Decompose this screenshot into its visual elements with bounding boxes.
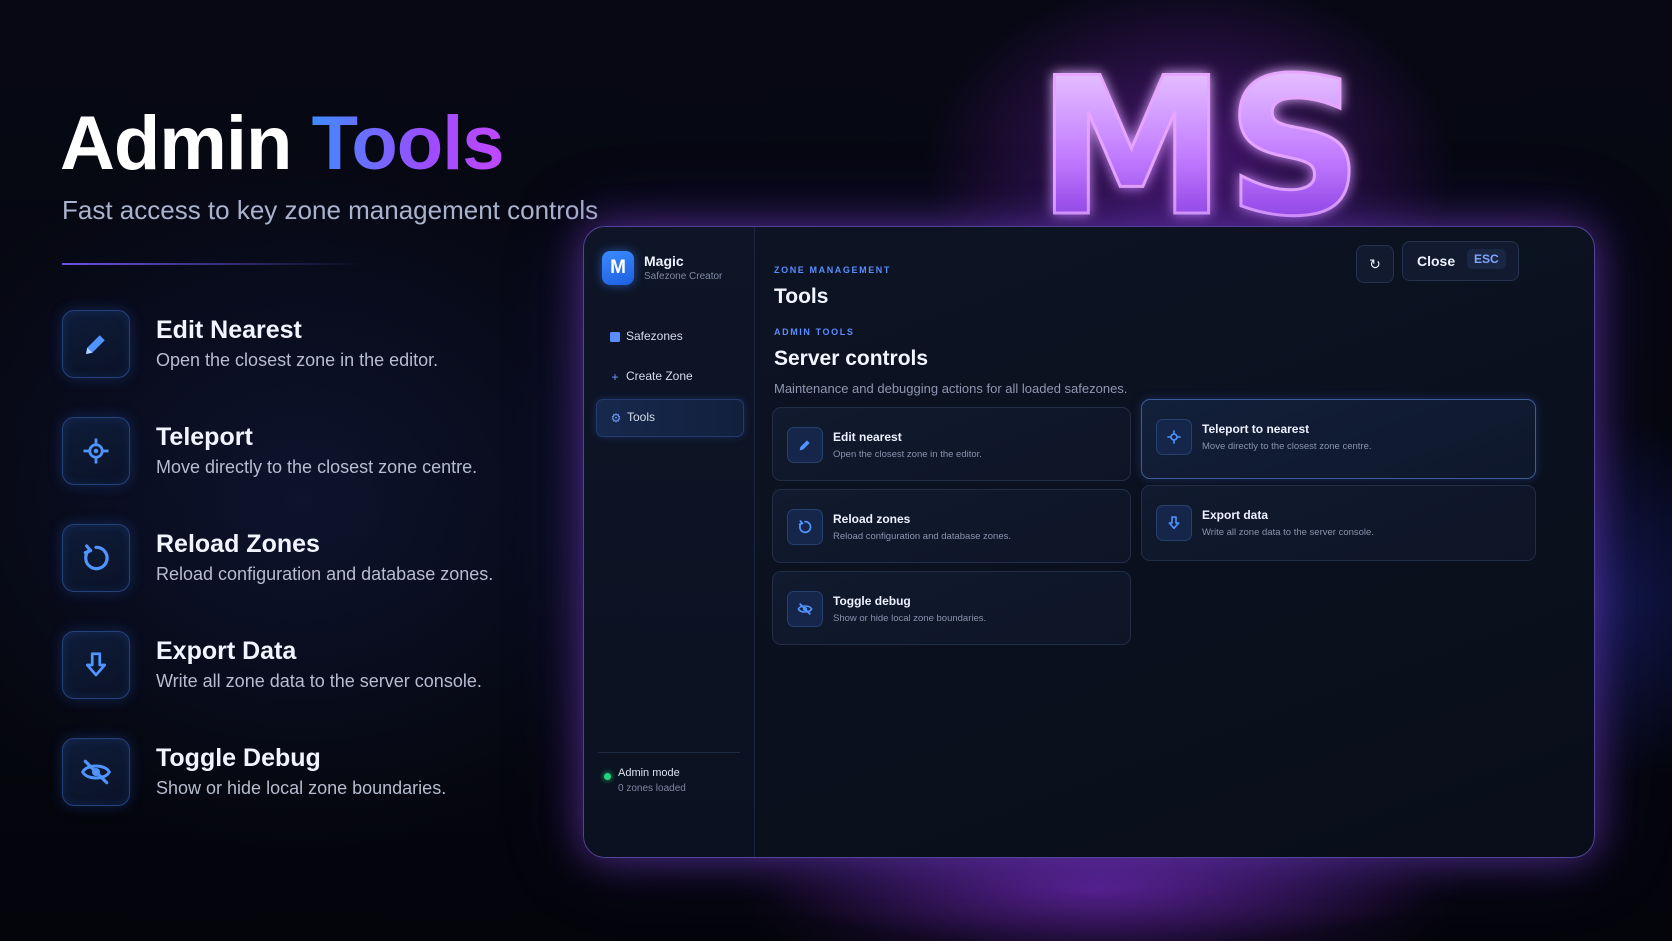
feature-title: Teleport	[156, 423, 253, 451]
sidebar-item-tools[interactable]: ⚙ Tools	[596, 399, 744, 437]
crosshair-icon	[1156, 419, 1192, 455]
download-arrow-icon	[1156, 505, 1192, 541]
eye-off-icon	[787, 591, 823, 627]
action-description: Reload configuration and database zones.	[833, 531, 1011, 542]
feature-toggle-debug: Toggle Debug Show or hide local zone bou…	[62, 738, 582, 808]
sidebar-item-label: Tools	[627, 410, 656, 424]
section-description: Maintenance and debugging actions for al…	[774, 381, 1128, 396]
download-arrow-icon	[62, 631, 130, 699]
status-indicator	[604, 773, 611, 780]
action-description: Open the closest zone in the editor.	[833, 449, 982, 460]
action-description: Move directly to the closest zone centre…	[1202, 441, 1372, 452]
grid-icon	[608, 330, 622, 344]
feature-description: Show or hide local zone boundaries.	[156, 778, 447, 798]
action-card-reload-zones[interactable]: Reload zones Reload configuration and da…	[772, 489, 1131, 563]
sidebar-item-label: Safezones	[626, 329, 683, 343]
action-title: Edit nearest	[833, 430, 902, 444]
status-detail: 0 zones loaded	[618, 783, 686, 794]
refresh-icon: ↻	[1369, 255, 1381, 272]
hero-subtitle: Fast access to key zone management contr…	[62, 195, 599, 225]
brand-subtitle: Safezone Creator	[644, 271, 723, 282]
action-card-export-data[interactable]: Export data Write all zone data to the s…	[1141, 485, 1536, 561]
feature-reload-zones: Reload Zones Reload configuration and da…	[62, 524, 582, 594]
action-card-teleport-to-nearest[interactable]: Teleport to nearest Move directly to the…	[1141, 399, 1536, 479]
feature-description: Write all zone data to the server consol…	[156, 671, 482, 691]
gear-icon: ⚙	[610, 411, 622, 425]
pencil-icon	[62, 310, 130, 378]
close-label: Close	[1417, 253, 1456, 269]
feature-description: Reload configuration and database zones.	[156, 564, 494, 584]
sidebar-item-safezones[interactable]: Safezones	[596, 319, 742, 355]
keyboard-shortcut-badge: ESC	[1467, 249, 1506, 269]
section-title: Server controls	[774, 347, 929, 370]
feature-title: Edit Nearest	[156, 316, 302, 344]
feature-export-data: Export Data Write all zone data to the s…	[62, 631, 582, 701]
feature-description: Move directly to the closest zone centre…	[156, 457, 478, 477]
plus-icon: +	[611, 370, 619, 384]
page-title: Tools	[774, 285, 829, 308]
sidebar: M Magic Safezone Creator Safezones + Cre…	[584, 227, 755, 857]
eye-off-icon	[62, 738, 130, 806]
feature-teleport: Teleport Move directly to the closest zo…	[62, 417, 582, 487]
action-title: Toggle debug	[833, 594, 911, 608]
ms-logo-text: MS	[1037, 55, 1363, 235]
refresh-button[interactable]: ↻	[1356, 245, 1394, 283]
header-eyebrow: ZONE MANAGEMENT	[774, 265, 891, 275]
crosshair-icon	[62, 417, 130, 485]
sidebar-divider	[598, 752, 740, 753]
action-card-toggle-debug[interactable]: Toggle debug Show or hide local zone bou…	[772, 571, 1131, 645]
action-title: Teleport to nearest	[1202, 422, 1310, 436]
reload-icon	[62, 524, 130, 592]
admin-panel-window: M Magic Safezone Creator Safezones + Cre…	[583, 226, 1595, 858]
action-description: Write all zone data to the server consol…	[1202, 527, 1374, 538]
hero-title-word1: Admin	[60, 101, 292, 186]
close-button[interactable]: Close ESC	[1402, 241, 1519, 281]
feature-edit-nearest: Edit Nearest Open the closest zone in th…	[62, 310, 582, 380]
pencil-icon	[787, 427, 823, 463]
feature-description: Open the closest zone in the editor.	[156, 350, 439, 370]
action-title: Export data	[1202, 508, 1269, 522]
feature-title: Export Data	[156, 637, 297, 665]
sidebar-item-label: Create Zone	[626, 369, 693, 383]
action-title: Reload zones	[833, 512, 911, 526]
action-card-edit-nearest[interactable]: Edit nearest Open the closest zone in th…	[772, 407, 1131, 481]
feature-title: Toggle Debug	[156, 744, 321, 772]
sidebar-item-create-zone[interactable]: + Create Zone	[596, 359, 742, 395]
section-eyebrow: ADMIN TOOLS	[774, 327, 855, 337]
hero-divider	[62, 263, 362, 265]
hero-title: Admin Tools	[60, 100, 505, 187]
reload-icon	[787, 509, 823, 545]
status-label: Admin mode	[618, 767, 680, 779]
action-description: Show or hide local zone boundaries.	[833, 613, 987, 624]
brand-name: Magic	[644, 253, 684, 269]
brand-logo-icon: M	[602, 251, 634, 285]
hero-title-word2: Tools	[311, 101, 505, 186]
ms-logo: MS	[1036, 55, 1365, 235]
feature-title: Reload Zones	[156, 530, 320, 558]
